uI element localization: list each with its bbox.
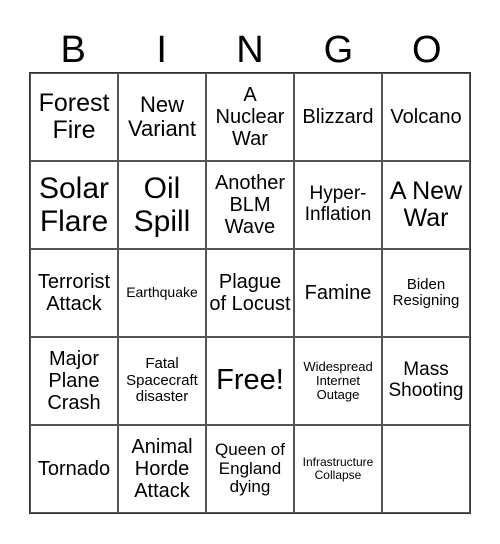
header-letter-b: B: [60, 29, 86, 71]
free-space-cell[interactable]: Free!: [206, 337, 294, 425]
bingo-cell[interactable]: A New War: [382, 161, 470, 249]
bingo-cell[interactable]: Infrastructure Collapse: [294, 425, 382, 513]
bingo-cell[interactable]: Solar Flare: [30, 161, 118, 249]
bingo-cell[interactable]: Earthquake: [118, 249, 206, 337]
bingo-cell[interactable]: Mass Shooting: [382, 337, 470, 425]
bingo-cell[interactable]: Hyper-Inflation: [294, 161, 382, 249]
bingo-grid: Forest Fire New Variant A Nuclear War Bl…: [29, 72, 471, 514]
bingo-cell[interactable]: Forest Fire: [30, 73, 118, 161]
bingo-cell[interactable]: Fatal Spacecraft disaster: [118, 337, 206, 425]
bingo-cell[interactable]: [382, 425, 470, 513]
header-letter-i: I: [156, 29, 167, 71]
bingo-cell[interactable]: Oil Spill: [118, 161, 206, 249]
header-letter-o: O: [412, 29, 442, 71]
bingo-cell[interactable]: Widespread Internet Outage: [294, 337, 382, 425]
bingo-cell[interactable]: Biden Resigning: [382, 249, 470, 337]
bingo-cell[interactable]: Plague of Locust: [206, 249, 294, 337]
header-letter-n: N: [236, 29, 264, 71]
bingo-cell[interactable]: A Nuclear War: [206, 73, 294, 161]
header-letter-g: G: [323, 29, 354, 71]
bingo-cell[interactable]: Another BLM Wave: [206, 161, 294, 249]
bingo-cell[interactable]: Famine: [294, 249, 382, 337]
bingo-cell[interactable]: Major Plane Crash: [30, 337, 118, 425]
bingo-cell[interactable]: Volcano: [382, 73, 470, 161]
bingo-cell[interactable]: Animal Horde Attack: [118, 425, 206, 513]
bingo-cell[interactable]: Queen of England dying: [206, 425, 294, 513]
bingo-cell[interactable]: Tornado: [30, 425, 118, 513]
bingo-cell[interactable]: Terrorist Attack: [30, 249, 118, 337]
bingo-cell[interactable]: Blizzard: [294, 73, 382, 161]
bingo-header: B I N G O: [29, 28, 471, 72]
bingo-cell[interactable]: New Variant: [118, 73, 206, 161]
